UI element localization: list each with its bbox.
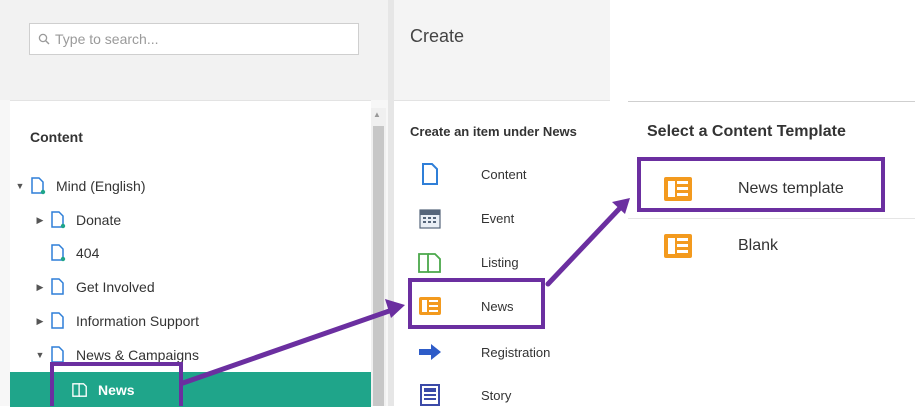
create-item-listing[interactable]: Listing [418, 250, 519, 274]
content-tree-panel: Type to search... Content ▼ Mind (Englis… [0, 0, 388, 407]
template-separator [628, 218, 915, 219]
collapsed-caret-icon[interactable]: ▶ [34, 316, 46, 327]
template-item-news-template[interactable]: News template [663, 175, 844, 203]
tree-heading: Content [30, 129, 83, 145]
document-icon [418, 162, 442, 186]
create-item-content[interactable]: Content [418, 162, 527, 186]
tree-item-label: Get Involved [76, 279, 155, 295]
create-title: Create [410, 26, 465, 46]
template-item-label: News template [738, 180, 844, 197]
create-header: Create [394, 0, 610, 101]
template-panel-title: Select a Content Template [647, 123, 846, 140]
expanded-caret-icon[interactable]: ▼ [14, 181, 26, 191]
search-input[interactable]: Type to search... [29, 23, 359, 55]
create-item-label: Listing [481, 254, 519, 270]
story-icon [418, 383, 442, 407]
tree-item-label: Donate [76, 212, 122, 228]
expanded-caret-icon[interactable]: ▼ [34, 350, 46, 360]
tree-item-news-campaigns[interactable]: ▼ News & Campaigns [34, 346, 199, 364]
tree-item-label: 404 [76, 245, 100, 261]
document-icon [50, 312, 66, 330]
arrow-head [612, 198, 630, 214]
newspaper-icon [663, 232, 695, 260]
create-item-label: Registration [481, 344, 551, 360]
document-icon [50, 346, 66, 364]
template-item-blank[interactable]: Blank [663, 232, 778, 260]
tree-scrollbar-thumb[interactable] [373, 126, 384, 406]
tree-item-news-selected[interactable]: News [10, 372, 371, 407]
newspaper-icon [418, 294, 442, 318]
create-subtitle: Create an item under News [410, 124, 577, 139]
listing-document-icon [72, 381, 88, 399]
search-icon [38, 33, 50, 45]
template-panel-border [628, 101, 915, 102]
create-item-event[interactable]: Event [418, 206, 514, 230]
tree-item-get-involved[interactable]: ▶ Get Involved [34, 278, 155, 296]
tree-item-label: News & Campaigns [76, 347, 199, 363]
create-panel: Create Create an item under News Content… [394, 0, 610, 406]
create-item-registration[interactable]: Registration [418, 340, 550, 364]
create-item-label: Event [481, 210, 515, 226]
document-icon [50, 278, 66, 296]
content-tree: Content ▼ Mind (English) ▶ Donate 404 ▶ … [10, 100, 371, 407]
create-item-label: Story [481, 387, 512, 403]
document-language-icon [30, 177, 46, 195]
arrow-right-icon [418, 340, 442, 364]
tree-item-information-support[interactable]: ▶ Information Support [34, 312, 199, 330]
create-item-label: News [481, 298, 514, 314]
collapsed-caret-icon[interactable]: ▶ [34, 215, 46, 226]
calendar-icon [418, 206, 442, 230]
create-item-label: Content [481, 166, 527, 182]
document-language-icon [50, 211, 66, 229]
document-language-icon [50, 244, 66, 262]
newspaper-icon [663, 175, 695, 203]
tree-item-mind-english[interactable]: ▼ Mind (English) [14, 177, 145, 195]
collapsed-caret-icon[interactable]: ▶ [34, 282, 46, 293]
tree-item-donate[interactable]: ▶ Donate [34, 211, 121, 229]
scroll-up-icon[interactable]: ▲ [373, 110, 381, 119]
tree-item-label: Mind (English) [56, 178, 146, 194]
tree-item-label: Information Support [76, 313, 199, 329]
search-area: Type to search... [0, 0, 388, 100]
search-placeholder: Type to search... [55, 31, 159, 47]
tree-item-404[interactable]: 404 [34, 244, 99, 262]
listing-icon [418, 250, 442, 274]
template-item-label: Blank [738, 237, 779, 254]
create-item-news[interactable]: News [418, 294, 514, 318]
create-item-story[interactable]: Story [418, 383, 511, 407]
tree-item-label: News [98, 381, 135, 398]
